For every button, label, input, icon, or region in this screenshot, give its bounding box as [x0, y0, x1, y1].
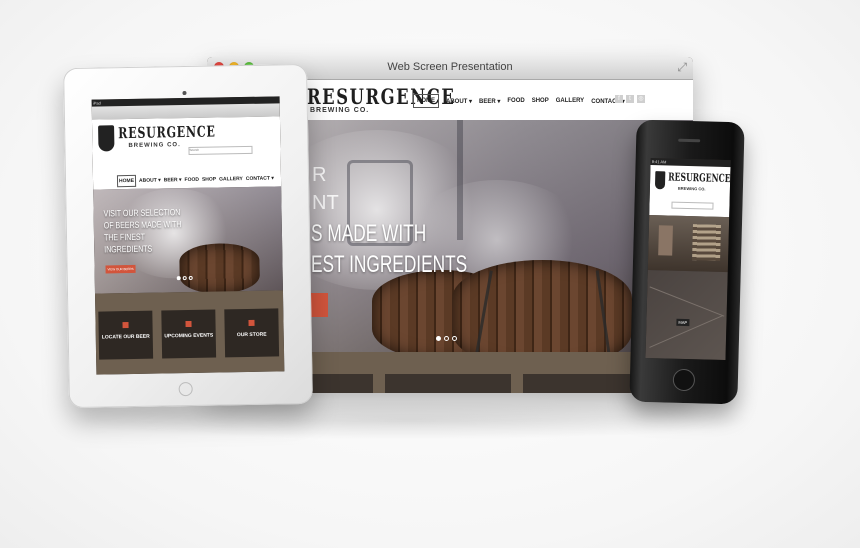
site-logo-subtitle: BREWING CO.: [310, 107, 370, 114]
nav-gallery[interactable]: GALLERY: [556, 98, 584, 104]
slider-dot[interactable]: [182, 276, 187, 281]
iphone-search-input[interactable]: [671, 201, 714, 210]
social-links: f t ◎: [615, 95, 645, 103]
ipad-nav-beer[interactable]: BEER ▾: [164, 177, 182, 183]
home-button[interactable]: [672, 368, 696, 392]
barrel: [179, 242, 261, 295]
ipad-nav-food[interactable]: FOOD: [184, 177, 199, 183]
home-button[interactable]: [178, 381, 193, 397]
ipad-device: iPad RESURGENCE BREWING CO. Search HOME …: [63, 63, 313, 409]
map-pin-icon: [122, 322, 129, 329]
tile-upcoming-events[interactable]: UPCOMING EVENTS: [161, 309, 217, 359]
nav-home[interactable]: HOME: [413, 94, 439, 108]
camera-icon: [182, 91, 187, 96]
twitter-icon[interactable]: t: [626, 95, 634, 103]
hero-cta-button[interactable]: [310, 293, 328, 317]
nav-about[interactable]: ABOUT ▾: [446, 98, 472, 105]
ipad-hero-button[interactable]: VIEW OUR BEERS: [105, 264, 136, 274]
slider-dot-active[interactable]: [436, 336, 441, 341]
tile-label: UPCOMING EVENTS: [164, 332, 214, 340]
iphone-site-logo[interactable]: RESURGENCE: [668, 170, 731, 185]
ipad-screen: iPad RESURGENCE BREWING CO. Search HOME …: [91, 96, 285, 375]
speaker-grille: [678, 138, 701, 143]
nav-food[interactable]: FOOD: [507, 98, 524, 104]
map-road: [649, 286, 725, 317]
ipad-nav: HOME ABOUT ▾ BEER ▾ FOOD SHOP GALLERY CO…: [116, 172, 274, 188]
slider-dot[interactable]: [444, 336, 449, 341]
ipad-site-logo[interactable]: RESURGENCE: [118, 123, 216, 143]
brand-shield-icon: [98, 125, 115, 152]
ipad-nav-about[interactable]: ABOUT ▾: [139, 177, 161, 183]
iphone-site-header: RESURGENCE BREWING CO.: [649, 165, 731, 218]
slider-dot[interactable]: [452, 336, 457, 341]
ipad-site-header: RESURGENCE BREWING CO. Search HOME ABOUT…: [91, 116, 282, 190]
ipad-nav-shop[interactable]: SHOP: [202, 177, 216, 183]
person-figure: [658, 225, 673, 256]
ipad-hero-banner: VISIT OUR SELECTION OF BEERS MADE WITH T…: [93, 186, 283, 295]
tile-label: LOCATE OUR BEER: [101, 333, 150, 341]
ipad-nav-contact[interactable]: CONTACT ▾: [246, 175, 274, 181]
site-nav: HOME ABOUT ▾ BEER ▾ FOOD SHOP GALLERY CO…: [413, 94, 625, 108]
pipe: [457, 120, 463, 240]
feature-tile[interactable]: [303, 374, 373, 393]
tile-label: OUR STORE: [236, 331, 267, 339]
iphone-hero-image: [647, 214, 730, 273]
hero-text-fragment: R: [312, 164, 327, 186]
iphone-map[interactable]: MAP: [645, 269, 728, 361]
iphone-screen: 9:41 AM RESURGENCE BREWING CO. MAP: [645, 158, 731, 361]
iphone-device: 9:41 AM RESURGENCE BREWING CO. MAP: [629, 119, 745, 405]
slider-dot[interactable]: [188, 275, 193, 280]
nav-beer[interactable]: BEER ▾: [479, 98, 500, 105]
slider-dot-active[interactable]: [176, 276, 181, 281]
ipad-status-label: iPad: [92, 100, 101, 106]
instagram-icon[interactable]: ◎: [637, 95, 645, 103]
calendar-icon: [185, 320, 192, 328]
store-icon: [248, 319, 255, 326]
nav-shop[interactable]: SHOP: [532, 98, 549, 104]
ipad-hero-headline: VISIT OUR SELECTION OF BEERS MADE WITH T…: [103, 207, 182, 255]
feature-tile[interactable]: [385, 374, 511, 393]
ipad-nav-home[interactable]: HOME: [116, 174, 137, 188]
tile-our-store[interactable]: OUR STORE: [224, 308, 280, 358]
ipad-feature-band: LOCATE OUR BEER UPCOMING EVENTS OUR STOR…: [94, 290, 285, 375]
hero-headline-line1: S MADE WITH: [311, 220, 427, 247]
shelf: [692, 224, 721, 261]
facebook-icon[interactable]: f: [615, 95, 623, 103]
hero-headline-line2: EST INGREDIENTS: [311, 251, 468, 278]
ipad-search-input[interactable]: Search: [188, 145, 253, 155]
ipad-site-logo-subtitle: BREWING CO.: [128, 142, 181, 150]
ipad-nav-gallery[interactable]: GALLERY: [219, 176, 243, 182]
feature-tile[interactable]: [523, 374, 633, 393]
fullscreen-icon[interactable]: ⤢: [677, 60, 687, 75]
iphone-site-logo-subtitle: BREWING CO.: [677, 185, 706, 192]
tile-locate-beer[interactable]: LOCATE OUR BEER: [98, 310, 154, 360]
map-label: MAP: [676, 318, 690, 327]
brand-shield-icon: [654, 171, 666, 190]
iphone-status-label: 9:41 AM: [651, 159, 667, 165]
hero-text-fragment: NT: [312, 192, 339, 214]
